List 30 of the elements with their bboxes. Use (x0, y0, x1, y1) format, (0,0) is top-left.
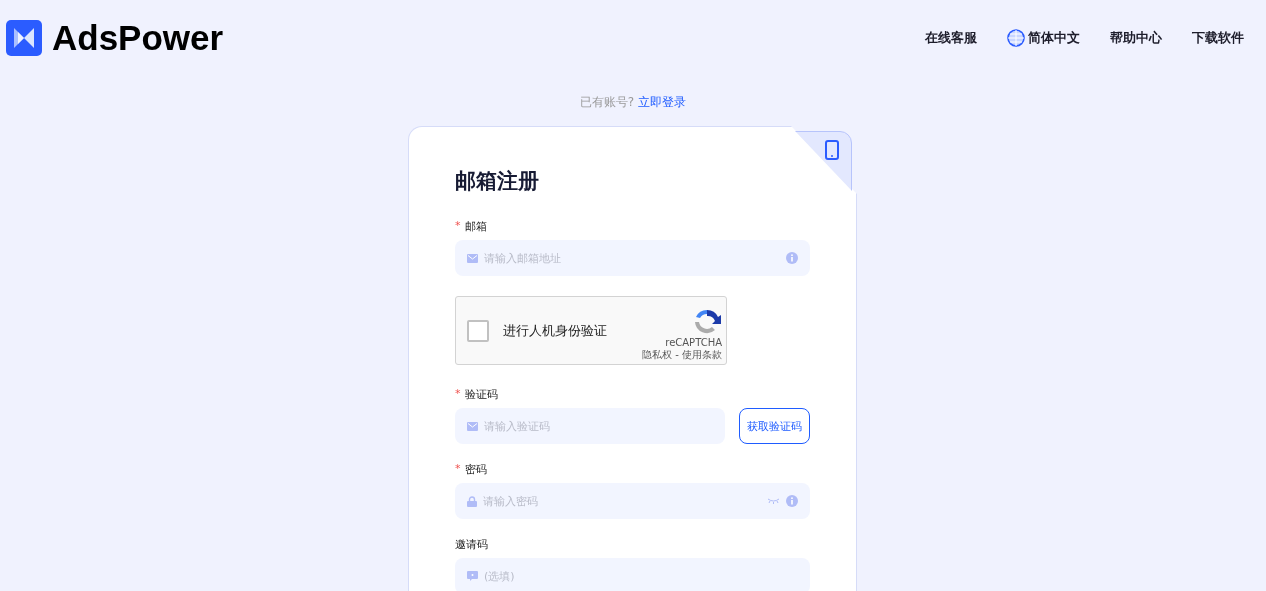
logo-text: AdsPower (52, 18, 224, 58)
lock-icon (467, 495, 477, 507)
logo-icon (6, 20, 42, 56)
nav-link[interactable]: 帮助中心 (1110, 29, 1162, 47)
login-link[interactable]: 立即登录 (638, 94, 687, 114)
globe-icon (1007, 29, 1025, 47)
form-title: 邮箱注册 (455, 168, 540, 195)
language-link[interactable]: 简体中文 (1007, 29, 1080, 47)
field-label: 邮箱 (464, 219, 487, 234)
required-asterisk: * (455, 219, 461, 234)
field-label: 密码 (464, 462, 487, 477)
recaptcha-terms-links[interactable]: 隐私权 - 使用条款 (642, 348, 722, 362)
nav-link[interactable]: 下载软件 (1192, 29, 1244, 47)
info-icon[interactable] (786, 495, 798, 507)
eye-closed-icon[interactable] (767, 498, 780, 504)
info-icon[interactable] (786, 252, 798, 264)
mail-icon (467, 421, 478, 431)
captcha-checkbox[interactable] (467, 319, 489, 342)
get-code-button[interactable]: 获取验证码 (739, 408, 810, 444)
tablet-icon (825, 140, 839, 160)
message-icon (467, 571, 478, 581)
captcha-label: 进行人机身份验证 (503, 321, 608, 340)
required-asterisk: * (455, 462, 461, 477)
nav-link[interactable]: 在线客服 (925, 29, 977, 47)
field-label: 验证码 (464, 387, 498, 402)
required-asterisk: * (455, 387, 461, 402)
field-label: 邀请码 (455, 537, 488, 552)
prompt-text: 已有账号? (579, 94, 635, 111)
recaptcha-brand: reCAPTCHA (665, 337, 722, 348)
mail-icon (467, 253, 478, 263)
